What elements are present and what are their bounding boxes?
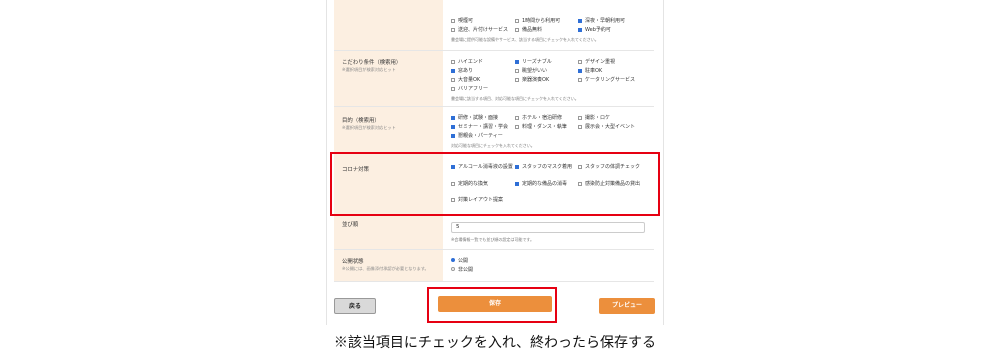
checkbox[interactable]	[578, 28, 582, 32]
order-note: ※会場情報一覧でも並び順の設定は可能です。	[451, 237, 534, 242]
option-label: ケータリングサービス	[585, 77, 636, 83]
option-label: 公開	[458, 258, 469, 264]
purpose-sub: ※選択項目が検索対応ヒット	[342, 125, 396, 130]
order-row: 並び順 5 ※会場情報一覧でも並び順の設定は可能です。	[334, 214, 654, 250]
option-label: 備品無料	[522, 27, 543, 33]
kodawari-row: こだわり条件（検索用） ※選択項目が検索対応ヒット ハイエンド リーズナブル デ…	[334, 50, 654, 107]
option-label: 窓あり	[458, 68, 474, 74]
option-label: 1時間から利用可	[522, 18, 561, 24]
facilities-note: 書会場に提供可能な設備やサービス、該当する項目にチェックを入れてください。	[451, 37, 599, 42]
radio-button[interactable]	[451, 258, 455, 262]
checkbox[interactable]	[515, 125, 519, 129]
checkbox[interactable]	[515, 19, 519, 23]
checkbox[interactable]	[451, 87, 455, 91]
checkbox[interactable]	[515, 60, 519, 64]
option-label: 研修・試験・面接	[458, 115, 499, 121]
checkbox[interactable]	[515, 78, 519, 82]
back-button[interactable]: 戻る	[334, 298, 376, 314]
option-label: 楽器演奏OK	[522, 77, 550, 83]
option-label: ハイエンド	[458, 59, 483, 65]
checkbox[interactable]	[451, 69, 455, 73]
option-label: 非公開	[458, 267, 474, 273]
order-input[interactable]: 5	[451, 222, 645, 233]
option-label: 送迎、片付けサービス	[458, 27, 509, 33]
checkbox[interactable]	[578, 125, 582, 129]
checkbox[interactable]	[578, 116, 582, 120]
checkbox[interactable]	[578, 19, 582, 23]
option-label: デザイン重視	[585, 59, 616, 65]
checkbox[interactable]	[578, 78, 582, 82]
kodawari-sub: ※選択項目が検索対応ヒット	[342, 67, 396, 72]
checkbox[interactable]	[515, 69, 519, 73]
option-label: リーズナブル	[522, 59, 552, 65]
checkbox[interactable]	[515, 116, 519, 120]
checkbox[interactable]	[451, 60, 455, 64]
publish-sub: ※公開には、画像添付承認が必要となります。	[342, 266, 429, 271]
purpose-label-cell: 目的（検索用） ※選択項目が検索対応ヒット	[334, 107, 443, 153]
checkbox[interactable]	[451, 134, 455, 138]
option-label: バリアフリー	[458, 86, 489, 92]
order-label-cell: 並び順	[334, 215, 443, 250]
publish-row: 公開状態 ※公開には、画像添付承認が必要となります。 公開 非公開	[334, 249, 654, 282]
option-label: ホテル・宿泊研修	[522, 115, 563, 121]
save-highlight-box	[427, 287, 557, 323]
option-label: 撮影・ロケ	[585, 115, 611, 121]
preview-button[interactable]: プレビュー	[599, 298, 655, 314]
option-label: 眺望がいい	[522, 68, 548, 74]
facilities-label-cell	[334, 0, 443, 50]
option-label: 大音量OK	[458, 77, 481, 83]
checkbox[interactable]	[451, 78, 455, 82]
option-label: 懇親会・パーティー	[458, 133, 503, 139]
checkbox[interactable]	[451, 116, 455, 120]
checkbox[interactable]	[451, 125, 455, 129]
order-value: 5	[456, 224, 460, 230]
corona-highlight-box	[330, 152, 660, 216]
option-label: 喫煙可	[458, 18, 474, 24]
publish-title: 公開状態	[342, 259, 364, 265]
purpose-row: 目的（検索用） ※選択項目が検索対応ヒット 研修・試験・面接 ホテル・宿泊研修 …	[334, 106, 654, 153]
kodawari-title: こだわり条件（検索用）	[342, 60, 402, 66]
kodawari-label-cell: こだわり条件（検索用） ※選択項目が検索対応ヒット	[334, 51, 443, 107]
kodawari-note: 書会場に該当する項目、対応可能な項目にチェックを入れてください。	[451, 96, 579, 101]
checkbox[interactable]	[515, 28, 519, 32]
option-label: 展示会・大型イベント	[585, 124, 636, 130]
purpose-title: 目的（検索用）	[342, 118, 380, 124]
option-label: 駐車OK	[585, 68, 603, 74]
checkbox[interactable]	[451, 19, 455, 23]
option-label: Web予約可	[585, 27, 611, 33]
option-label: セミナー・講習・学会	[458, 124, 509, 130]
checkbox[interactable]	[578, 69, 582, 73]
checkbox[interactable]	[451, 28, 455, 32]
purpose-note: 対応可能な項目にチェックを入れてください。	[451, 143, 535, 148]
facilities-row: 喫煙可 1時間から利用可 深夜・早朝利用可 送迎、片付けサービス 備品無料 We…	[334, 0, 654, 50]
option-label: 深夜・早朝利用可	[585, 18, 626, 24]
option-label: 料理・ダンス・執筆	[522, 124, 567, 130]
instruction-caption: ※該当項目にチェックを入れ、終わったら保存する	[333, 335, 657, 351]
publish-label-cell: 公開状態 ※公開には、画像添付承認が必要となります。	[334, 250, 443, 281]
checkbox[interactable]	[578, 60, 582, 64]
order-title: 並び順	[342, 222, 359, 228]
radio-button[interactable]	[451, 267, 455, 271]
